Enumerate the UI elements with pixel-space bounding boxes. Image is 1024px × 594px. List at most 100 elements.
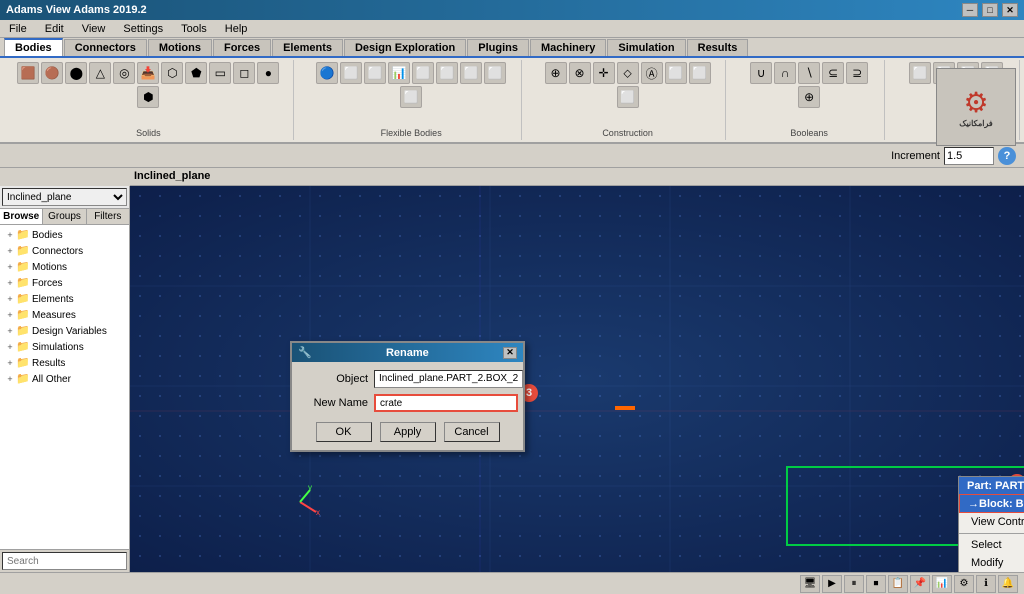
tab-machinery[interactable]: Machinery [530, 39, 606, 56]
cancel-button[interactable]: Cancel [444, 422, 500, 442]
bool-icon-1[interactable]: ∪ [750, 62, 772, 84]
expand-all-other[interactable]: + [4, 373, 16, 385]
solid-point-mass-icon[interactable]: ● [257, 62, 279, 84]
expand-measures[interactable]: + [4, 309, 16, 321]
apply-button[interactable]: Apply [380, 422, 436, 442]
bool-icon-3[interactable]: ∖ [798, 62, 820, 84]
flex-icon-3[interactable]: ⬜ [364, 62, 386, 84]
tree-item-design-variables[interactable]: + 📁 Design Variables [2, 323, 127, 339]
flex-icon-7[interactable]: ⬜ [460, 62, 482, 84]
tab-bodies[interactable]: Bodies [4, 38, 63, 56]
tree-item-connectors[interactable]: + 📁 Connectors [2, 243, 127, 259]
search-input[interactable] [2, 552, 127, 570]
tree-item-results[interactable]: + 📁 Results [2, 355, 127, 371]
menu-edit[interactable]: Edit [40, 22, 69, 36]
sb-icon-5[interactable]: 📋 [888, 575, 908, 593]
newname-input[interactable] [374, 394, 518, 412]
tree-item-elements[interactable]: + 📁 Elements [2, 291, 127, 307]
menu-settings[interactable]: Settings [118, 22, 168, 36]
const-icon-5[interactable]: Ⓐ [641, 62, 663, 84]
tree-item-motions[interactable]: + 📁 Motions [2, 259, 127, 275]
bool-icon-2[interactable]: ∩ [774, 62, 796, 84]
expand-results[interactable]: + [4, 357, 16, 369]
solid-sphere-icon[interactable]: 🟤 [41, 62, 63, 84]
tab-forces[interactable]: Forces [213, 39, 271, 56]
tree-item-all-other[interactable]: + 📁 All Other [2, 371, 127, 387]
viewport[interactable]: x y 1 2 Part: PART_2 ▶ →Block: BOX_2 ▶ V… [130, 186, 1024, 572]
const-icon-1[interactable]: ⊕ [545, 62, 567, 84]
cm-item-modify[interactable]: Modify [959, 554, 1024, 572]
increment-input[interactable]: 1.5 [944, 147, 994, 165]
solid-shell-icon[interactable]: ◻ [233, 62, 255, 84]
minimize-button[interactable]: ─ [962, 3, 978, 17]
expand-connectors[interactable]: + [4, 245, 16, 257]
feat-icon-1[interactable]: ⬜ [909, 62, 931, 84]
flex-icon-2[interactable]: ⬜ [340, 62, 362, 84]
tab-results[interactable]: Results [687, 39, 749, 56]
model-dropdown[interactable]: Inclined_plane [2, 188, 127, 206]
menu-tools[interactable]: Tools [176, 22, 212, 36]
menu-file[interactable]: File [4, 22, 32, 36]
ok-button[interactable]: OK [316, 422, 372, 442]
sb-icon-2[interactable]: ▶ [822, 575, 842, 593]
sb-icon-1[interactable]: 🖥 [800, 575, 820, 593]
dialog-close-icon[interactable]: ✕ [503, 347, 517, 359]
solid-cylinder-icon[interactable]: ⬤ [65, 62, 87, 84]
stab-groups[interactable]: Groups [43, 209, 86, 224]
const-icon-4[interactable]: ⬦ [617, 62, 639, 84]
expand-bodies[interactable]: + [4, 229, 16, 241]
solid-extra-icon[interactable]: ⬢ [137, 86, 159, 108]
flex-icon-8[interactable]: ⬜ [484, 62, 506, 84]
solid-extrude-icon[interactable]: ⬡ [161, 62, 183, 84]
flex-icon-9[interactable]: ⬜ [400, 86, 422, 108]
tab-elements[interactable]: Elements [272, 39, 343, 56]
const-icon-3[interactable]: ✛ [593, 62, 615, 84]
sb-icon-3[interactable]: ⏸ [844, 575, 864, 593]
cm-header-part[interactable]: Part: PART_2 ▶ [959, 477, 1024, 494]
solid-torus-icon[interactable]: ◎ [113, 62, 135, 84]
tab-design-exploration[interactable]: Design Exploration [344, 39, 466, 56]
expand-motions[interactable]: + [4, 261, 16, 273]
solid-frustum-icon[interactable]: △ [89, 62, 111, 84]
close-button[interactable]: ✕ [1002, 3, 1018, 17]
cm-item-select[interactable]: Select [959, 536, 1024, 554]
bool-icon-6[interactable]: ⊕ [798, 86, 820, 108]
sb-icon-10[interactable]: 🔔 [998, 575, 1018, 593]
const-icon-7[interactable]: ⬜ [689, 62, 711, 84]
tree-item-forces[interactable]: + 📁 Forces [2, 275, 127, 291]
flex-icon-6[interactable]: ⬜ [436, 62, 458, 84]
tree-item-simulations[interactable]: + 📁 Simulations [2, 339, 127, 355]
solid-plate-icon[interactable]: ▭ [209, 62, 231, 84]
tree-item-measures[interactable]: + 📁 Measures [2, 307, 127, 323]
tab-motions[interactable]: Motions [148, 39, 212, 56]
solid-import-icon[interactable]: 📥 [137, 62, 159, 84]
flex-icon-5[interactable]: ⬜ [412, 62, 434, 84]
const-icon-8[interactable]: ⬜ [617, 86, 639, 108]
sb-icon-8[interactable]: ⚙ [954, 575, 974, 593]
cm-item-view-control[interactable]: View Control ▶ [959, 513, 1024, 531]
expand-simulations[interactable]: + [4, 341, 16, 353]
tab-plugins[interactable]: Plugins [467, 39, 529, 56]
tree-item-bodies[interactable]: + 📁 Bodies [2, 227, 127, 243]
flex-icon-1[interactable]: 🔵 [316, 62, 338, 84]
help-button[interactable]: ? [998, 147, 1016, 165]
bool-icon-5[interactable]: ⊇ [846, 62, 868, 84]
solid-ellipsoid-icon[interactable]: ⬟ [185, 62, 207, 84]
expand-forces[interactable]: + [4, 277, 16, 289]
solid-box-icon[interactable]: 🟫 [17, 62, 39, 84]
sb-icon-7[interactable]: 📊 [932, 575, 952, 593]
sb-icon-9[interactable]: ℹ [976, 575, 996, 593]
cm-header-block[interactable]: →Block: BOX_2 ▶ [959, 494, 1024, 513]
expand-elements[interactable]: + [4, 293, 16, 305]
tab-simulation[interactable]: Simulation [607, 39, 685, 56]
sb-icon-4[interactable]: ⏹ [866, 575, 886, 593]
const-icon-2[interactable]: ⊗ [569, 62, 591, 84]
bool-icon-4[interactable]: ⊆ [822, 62, 844, 84]
menu-view[interactable]: View [77, 22, 111, 36]
const-icon-6[interactable]: ⬜ [665, 62, 687, 84]
expand-dv[interactable]: + [4, 325, 16, 337]
maximize-button[interactable]: □ [982, 3, 998, 17]
tab-connectors[interactable]: Connectors [64, 39, 147, 56]
stab-browse[interactable]: Browse [0, 209, 43, 224]
stab-filters[interactable]: Filters [87, 209, 129, 224]
